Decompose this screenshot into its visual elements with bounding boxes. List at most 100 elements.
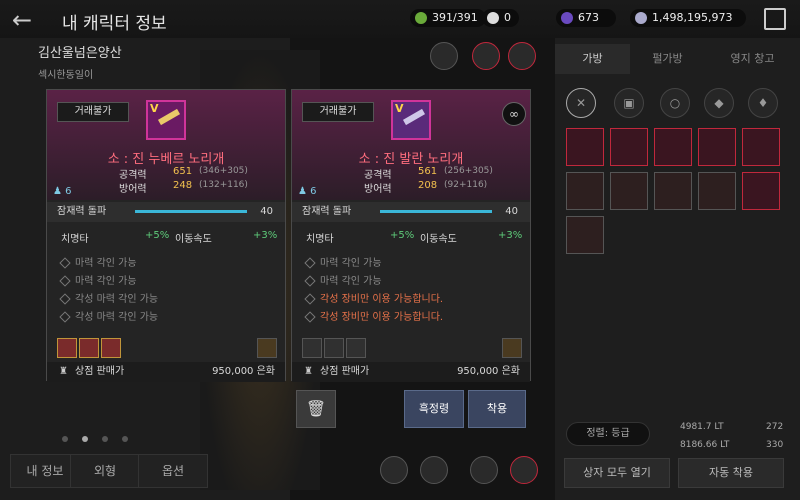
pearl-resource: 0 <box>482 9 519 27</box>
crit-label: 치명타 <box>61 234 89 245</box>
socket-diamond-icon <box>59 311 71 323</box>
socket-diamond-icon <box>59 293 71 305</box>
untradeable-tag: 거래불가 <box>302 102 374 122</box>
item-icon: V <box>391 100 431 140</box>
category-gem-icon[interactable]: ◆ <box>704 88 734 118</box>
equip-slot-01[interactable] <box>430 42 458 70</box>
untradeable-tag: 거래불가 <box>57 102 129 122</box>
tab-bag[interactable]: 가방 <box>555 44 630 74</box>
tab-appearance[interactable]: 외형 <box>70 454 140 488</box>
sell-price-row: ♜ 상점 판매가 950,000 은화 <box>47 362 285 382</box>
tab-storage[interactable]: 영지 창고 <box>705 44 800 74</box>
crit-value: +5% <box>145 230 170 241</box>
inventory-slot[interactable] <box>698 172 736 210</box>
energy-resource: 391/391 <box>410 9 486 27</box>
inventory-slot[interactable] <box>654 128 692 166</box>
trinket-icon[interactable] <box>257 338 277 358</box>
attack-row: 공격력 651 (346+305) <box>119 166 248 181</box>
socket-diamond-icon <box>59 275 71 287</box>
slot-count-max: 330 <box>766 440 784 450</box>
socket-line: 각성 마력 각인 가능 <box>59 290 158 305</box>
inventory-slot[interactable] <box>610 172 648 210</box>
page-title: 내 캐릭터 정보 <box>62 14 167 34</box>
category-potion-icon[interactable]: ♦ <box>748 88 778 118</box>
potential-row: 잠재력 돌파 40 <box>292 202 530 222</box>
socket-line: 마력 각인 가능 <box>59 272 137 287</box>
trash-button[interactable]: 🗑 <box>296 390 336 428</box>
socket-diamond-icon <box>304 311 316 323</box>
inventory-slot[interactable] <box>742 172 780 210</box>
item-tooltip-card-1: 거래불가 V 소 : 진 누베르 노리개 공격력 651 (346+305) 방어력… <box>46 89 286 382</box>
equip-slot-bottom-4[interactable] <box>510 456 538 484</box>
socket-diamond-icon <box>304 257 316 269</box>
socket-line: 마력 각인 가능 <box>304 272 382 287</box>
speed-value: +3% <box>253 230 278 241</box>
sell-price-row: ♜ 상점 판매가 950,000 은화 <box>292 362 530 382</box>
trinket-icon[interactable] <box>502 338 522 358</box>
inventory-slot[interactable] <box>566 172 604 210</box>
inventory-slot[interactable] <box>654 172 692 210</box>
defense-row: 방어력 248 (132+116) <box>119 180 248 195</box>
category-accessory-icon[interactable]: ○ <box>660 88 690 118</box>
gem-slots <box>47 338 285 360</box>
socket-diamond-icon <box>59 257 71 269</box>
weight-current: 4981.7 LT <box>680 422 724 432</box>
item-tooltip-card-2: 거래불가 V ∞ 소 : 진 발란 노리개 공격력 561 (256+305) 방어… <box>291 89 531 382</box>
socket-diamond-icon <box>304 275 316 287</box>
empty-gem-icon[interactable] <box>302 338 322 358</box>
equip-slot-ring[interactable] <box>472 42 500 70</box>
family-name: 섹시한동일이 <box>38 70 94 81</box>
socket-warning: 각성 장비만 이용 가능합니다. <box>304 290 443 305</box>
open-all-boxes-button[interactable]: 상자 모두 열기 <box>564 458 670 488</box>
inventory-slot[interactable] <box>610 128 648 166</box>
socket-line: 마력 각인 가능 <box>304 254 382 269</box>
equip-button[interactable]: 착용 <box>468 390 526 428</box>
weight-max: 8186.66 LT <box>680 440 730 450</box>
attack-row: 공격력 561 (256+305) <box>364 166 493 181</box>
socket-diamond-icon <box>304 293 316 305</box>
silver-resource: 1,498,195,973 <box>630 9 746 27</box>
top-bar: ← 내 캐릭터 정보 391/391 0 673 1,498,195,973 <box>0 0 800 38</box>
money-bag-icon: ♜ <box>59 366 68 377</box>
speed-value: +3% <box>498 230 523 241</box>
crystal-resource: 673 <box>556 9 616 27</box>
exit-icon[interactable] <box>764 8 786 30</box>
category-armor-icon[interactable]: ▣ <box>614 88 644 118</box>
speed-label: 이동속도 <box>175 234 212 245</box>
crit-value: +5% <box>390 230 415 241</box>
character-name: 김산울넘은양산 <box>38 46 122 61</box>
inventory-slot[interactable] <box>698 128 736 166</box>
item-name: 소 : 진 누베르 노리개 <box>107 152 225 167</box>
auto-equip-button[interactable]: 자동 착용 <box>678 458 784 488</box>
equip-slot-bottom-3[interactable] <box>470 456 498 484</box>
link-icon[interactable]: ∞ <box>502 102 526 126</box>
tab-options[interactable]: 옵션 <box>138 454 208 488</box>
item-name: 소 : 진 발란 노리개 <box>358 152 464 167</box>
back-arrow-icon[interactable]: ← <box>12 6 32 34</box>
page-dots <box>62 432 142 445</box>
crystal-icon <box>561 12 573 24</box>
enhance-level: ♟ 6 <box>53 186 72 197</box>
empty-gem-icon[interactable] <box>324 338 344 358</box>
equip-slot-bottom-2[interactable] <box>420 456 448 484</box>
equip-slot-earring[interactable] <box>508 42 536 70</box>
sort-button[interactable]: 정렬: 등급 <box>566 422 650 446</box>
category-weapon-icon[interactable]: ✕ <box>566 88 596 118</box>
slot-count-current: 272 <box>766 422 784 432</box>
inventory-slot[interactable] <box>566 216 604 254</box>
inventory-slot[interactable] <box>742 128 780 166</box>
gem-icon[interactable] <box>57 338 77 358</box>
tab-pearl-bag[interactable]: 펄가방 <box>630 44 705 74</box>
money-bag-icon: ♜ <box>304 366 313 377</box>
crit-label: 치명타 <box>306 234 334 245</box>
empty-gem-icon[interactable] <box>346 338 366 358</box>
potential-bar <box>135 210 247 213</box>
trash-icon: 🗑 <box>305 399 327 418</box>
inventory-slot[interactable] <box>566 128 604 166</box>
pearl-icon <box>487 12 499 24</box>
gem-icon[interactable] <box>79 338 99 358</box>
gem-icon[interactable] <box>101 338 121 358</box>
equip-slot-bottom-1[interactable] <box>380 456 408 484</box>
black-spirit-button[interactable]: 흑정령 <box>404 390 464 428</box>
potential-row: 잠재력 돌파 40 <box>47 202 285 222</box>
